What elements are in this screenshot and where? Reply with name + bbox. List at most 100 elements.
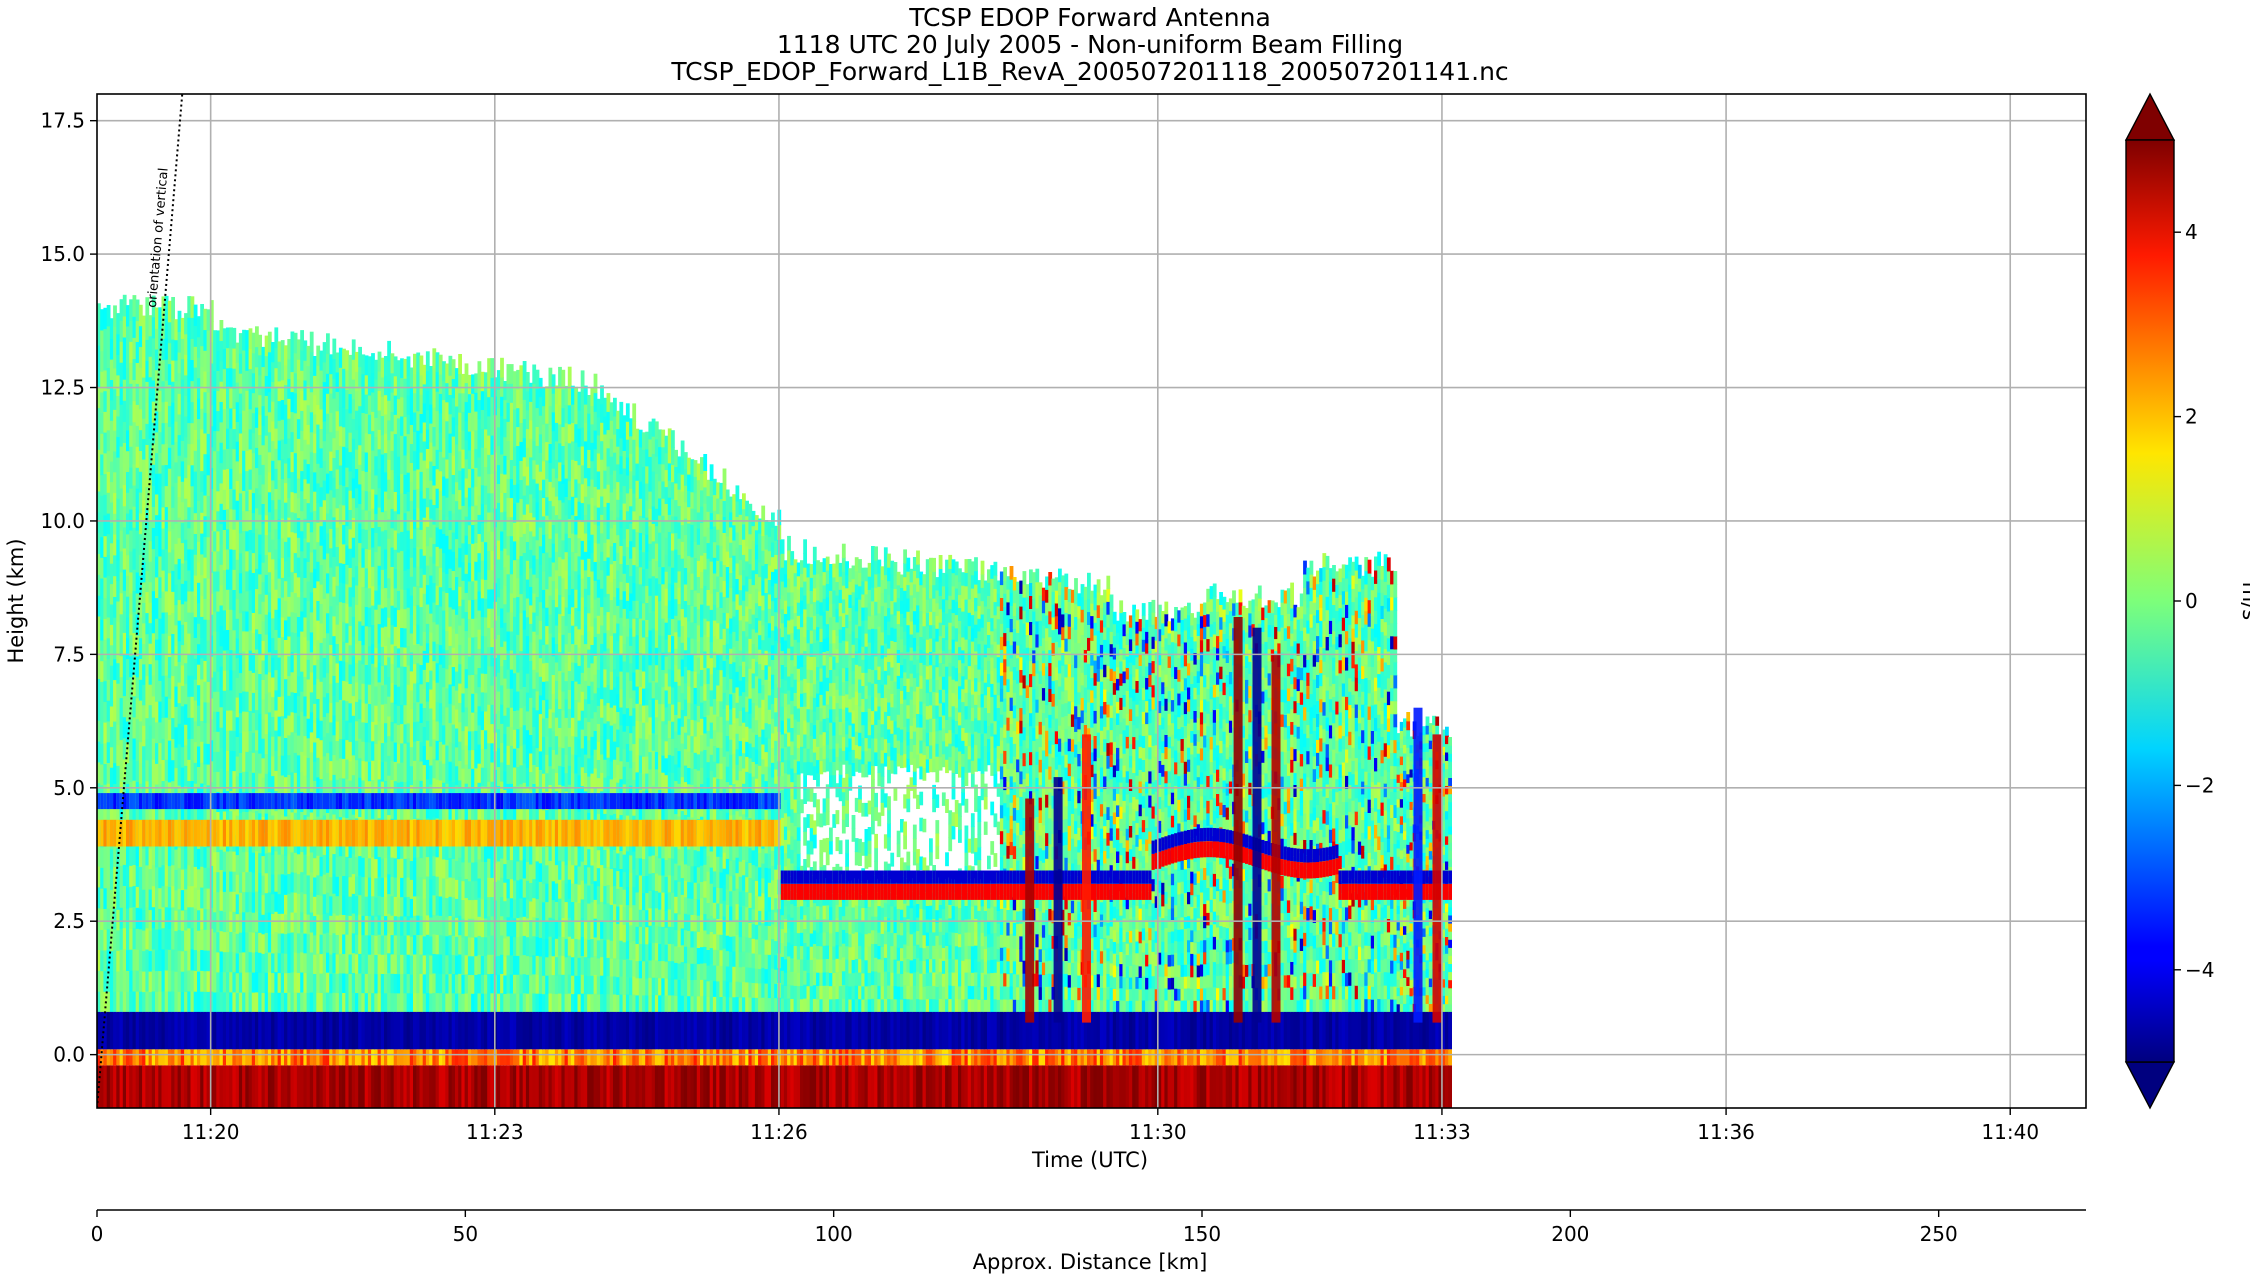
reflectivity-cell (258, 932, 262, 953)
reflectivity-cell (129, 949, 133, 971)
reflectivity-cell (309, 931, 314, 953)
surface-return-cell (245, 1065, 250, 1108)
reflectivity-cell (245, 671, 250, 692)
reflectivity-cell (258, 593, 262, 615)
reflectivity-cell (271, 893, 275, 914)
near-surface-cell (438, 1011, 443, 1050)
reflectivity-cell (296, 616, 301, 637)
reflectivity-cell (335, 662, 340, 683)
reflectivity-cell (258, 454, 262, 475)
reflectivity-cell (103, 514, 108, 537)
reflectivity-cell (258, 474, 262, 495)
near-surface-cell (116, 1011, 121, 1050)
reflectivity-cell (309, 871, 314, 893)
reflectivity-cell (258, 534, 262, 555)
transition-cell (296, 1049, 301, 1066)
reflectivity-cell (129, 613, 133, 636)
reflectivity-cell (438, 432, 443, 452)
reflectivity-cell (335, 371, 340, 392)
reflectivity-cell (284, 913, 288, 935)
reflectivity-cell (116, 580, 121, 602)
reflectivity-cell (438, 528, 443, 549)
reflectivity-cell (477, 552, 482, 573)
melting-band-upper-cell (506, 793, 511, 810)
reflectivity-cell (103, 887, 108, 909)
reflectivity-cell (271, 617, 275, 639)
reflectivity-cell (271, 420, 275, 442)
reflectivity-cell (361, 586, 366, 607)
reflectivity-cell (232, 509, 237, 530)
reflectivity-cell (464, 573, 469, 593)
reflectivity-cell (180, 624, 185, 646)
melting-band-lower-cell (129, 819, 133, 847)
reflectivity-cell (322, 499, 327, 520)
reflectivity-cell (245, 350, 250, 371)
reflectivity-cell (296, 932, 301, 954)
reflectivity-cell (245, 470, 250, 492)
reflectivity-cell (284, 364, 288, 386)
reflectivity-cell (400, 550, 404, 571)
reflectivity-cell (425, 448, 430, 469)
reflectivity-cell (206, 640, 211, 662)
reflectivity-cell (232, 609, 237, 631)
reflectivity-cell (245, 530, 250, 552)
reflectivity-cell (129, 760, 133, 782)
reflectivity-cell (413, 566, 417, 587)
reflectivity-cell (464, 516, 469, 536)
reflectivity-cell (284, 894, 288, 915)
reflectivity-cell (322, 440, 327, 461)
melting-band-upper-cell (167, 793, 172, 810)
reflectivity-cell (167, 489, 172, 511)
reflectivity-cell (284, 874, 288, 895)
reflectivity-cell (103, 473, 108, 495)
reflectivity-cell (219, 604, 224, 626)
reflectivity-cell (477, 590, 482, 611)
melting-band-lower-cell (155, 819, 159, 847)
reflectivity-cell (193, 845, 198, 867)
reflectivity-cell (451, 666, 456, 687)
reflectivity-cell (103, 597, 108, 619)
reflectivity-cell (477, 418, 482, 439)
melting-band-upper-cell (296, 793, 301, 810)
chart-title-line-1: TCSP EDOP Forward Antenna (908, 3, 1271, 32)
reflectivity-cell (361, 373, 366, 394)
reflectivity-cell (206, 350, 211, 372)
transition-cell (361, 1049, 366, 1066)
reflectivity-cell (309, 951, 314, 973)
reflectivity-cell (348, 586, 353, 607)
reflectivity-cell (193, 512, 198, 534)
reflectivity-cell (258, 414, 262, 435)
reflectivity-cell (142, 336, 146, 358)
reflectivity-cell (361, 567, 366, 588)
reflectivity-cell (335, 934, 340, 955)
surface-return-cell (167, 1065, 172, 1108)
reflectivity-cell (206, 722, 211, 744)
reflectivity-cell (438, 934, 443, 955)
reflectivity-cell (155, 887, 159, 909)
reflectivity-cell (142, 704, 146, 726)
reflectivity-cell (438, 664, 443, 684)
reflectivity-cell (271, 401, 275, 422)
reflectivity-cell (271, 736, 275, 757)
reflectivity-cell (296, 913, 301, 934)
surface-return-cell (506, 1065, 511, 1108)
reflectivity-cell (142, 745, 146, 767)
surface-return-cell (142, 1065, 146, 1108)
reflectivity-cell (193, 471, 198, 493)
reflectivity-cell (464, 687, 469, 708)
reflectivity-cell (167, 614, 172, 636)
reflectivity-cell (129, 404, 133, 426)
reflectivity-cell (322, 854, 327, 875)
reflectivity-cell (206, 495, 211, 517)
reflectivity-cell (361, 412, 366, 433)
reflectivity-cell (361, 857, 366, 878)
reflectivity-cell (219, 320, 224, 341)
reflectivity-cell (322, 539, 327, 560)
reflectivity-cell (335, 643, 340, 664)
reflectivity-cell (361, 760, 366, 781)
reflectivity-cell (129, 844, 133, 866)
reflectivity-cell (245, 891, 250, 913)
reflectivity-cell (374, 647, 379, 668)
surface-return-cell (438, 1065, 443, 1108)
reflectivity-cell (374, 858, 379, 879)
